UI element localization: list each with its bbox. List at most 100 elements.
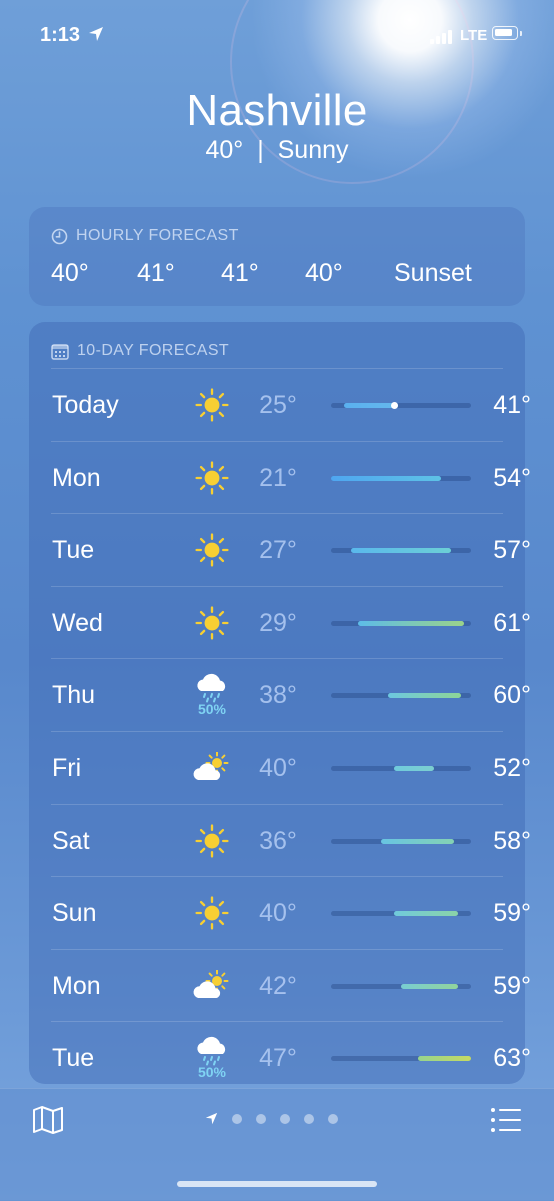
forecast-row[interactable]: Fri 40° 52° xyxy=(51,730,531,804)
forecast-low: 25° xyxy=(259,391,297,419)
forecast-row[interactable]: Sat 36° 58° xyxy=(51,803,531,877)
forecast-low: 27° xyxy=(259,536,297,565)
forecast-low: 40° xyxy=(259,753,297,782)
forecast-high: 60° xyxy=(493,681,531,710)
partly-cloudy-icon xyxy=(187,742,237,794)
forecast-day: Tue xyxy=(52,1044,95,1073)
separator: | xyxy=(250,136,271,164)
precip-chance: 50% xyxy=(197,1064,227,1081)
forecast-low: 40° xyxy=(259,899,297,928)
temp-range-track xyxy=(331,911,471,917)
sun-icon xyxy=(187,524,237,576)
forecast-row[interactable]: Mon 42° 59° xyxy=(51,948,531,1022)
temp-range-bar xyxy=(394,765,435,771)
hourly-temp: 41° xyxy=(221,259,259,287)
temp-range-bar xyxy=(351,548,451,554)
list-icon[interactable] xyxy=(490,1107,522,1133)
forecast-row[interactable]: Sun 40° 59° xyxy=(51,876,531,949)
location-arrow-icon xyxy=(89,27,103,41)
map-icon[interactable] xyxy=(32,1105,64,1135)
sun-icon xyxy=(187,452,237,504)
forecast-high: 52° xyxy=(493,753,531,782)
forecast-day: Wed xyxy=(52,608,103,637)
home-indicator[interactable] xyxy=(177,1181,377,1187)
hourly-forecast-header: HOURLY FORECAST xyxy=(51,227,239,245)
temp-range-track xyxy=(331,838,471,844)
partly-cloudy-icon xyxy=(187,960,237,1012)
sun-icon xyxy=(187,597,237,649)
current-conditions: 40° | Sunny xyxy=(0,136,554,165)
city-name: Nashville xyxy=(186,86,368,135)
forecast-low: 38° xyxy=(259,681,297,710)
forecast-low: 42° xyxy=(259,971,297,1000)
page-indicator[interactable] xyxy=(205,1112,338,1125)
hourly-forecast-title: HOURLY FORECAST xyxy=(76,227,239,244)
forecast-row[interactable]: Thu 50% 38° 60° xyxy=(51,658,531,731)
forecast-day: Today xyxy=(52,391,119,419)
condition-text: Sunny xyxy=(277,136,349,164)
calendar-icon xyxy=(51,343,69,360)
forecast-day: Sat xyxy=(52,826,90,855)
forecast-rows: Today 25° 41° Mon 21° 54° Tue 27° 57° We… xyxy=(51,368,531,1094)
sun-icon xyxy=(187,379,237,431)
forecast-high: 59° xyxy=(493,971,531,1000)
forecast-row[interactable]: Today 25° 41° xyxy=(51,368,531,441)
forecast-low: 21° xyxy=(259,463,297,492)
temp-range-bar xyxy=(331,475,441,481)
forecast-high: 41° xyxy=(493,391,531,419)
forecast-row[interactable]: Tue 27° 57° xyxy=(51,513,531,586)
precip-chance: 50% xyxy=(197,701,227,718)
forecast-day: Tue xyxy=(52,536,95,565)
rain-cloud-icon: 50% xyxy=(187,1032,237,1084)
temp-range-track xyxy=(331,548,471,554)
cellular-signal-icon xyxy=(430,30,452,44)
temp-range-track xyxy=(331,765,471,771)
forecast-day: Thu xyxy=(52,681,96,710)
battery-icon xyxy=(492,26,518,40)
rain-cloud-icon: 50% xyxy=(187,669,237,721)
ten-day-forecast-card[interactable]: 10-DAY FORECAST Today 25° 41° Mon 21° 54… xyxy=(29,322,531,1084)
temp-range-bar xyxy=(417,1056,471,1062)
temp-range-bar xyxy=(357,620,465,626)
temp-range-bar xyxy=(394,911,458,917)
temp-range-track xyxy=(331,983,471,989)
status-bar: 1:13 LTE xyxy=(0,0,554,70)
page-dot[interactable] xyxy=(304,1113,314,1124)
page-dot[interactable] xyxy=(256,1113,266,1124)
temp-range-track xyxy=(331,475,471,481)
hourly-temp: 40° xyxy=(51,259,89,287)
status-time: 1:13 xyxy=(40,24,81,46)
hourly-forecast-card[interactable]: HOURLY FORECAST 40° 41° 41° 40° Sunset xyxy=(29,207,525,306)
hourly-temp: 41° xyxy=(137,259,175,287)
location-arrow-icon xyxy=(205,1112,218,1125)
forecast-day: Fri xyxy=(52,753,82,782)
temp-range-bar xyxy=(401,983,458,989)
temp-range-bar xyxy=(344,403,398,408)
page-dot[interactable] xyxy=(232,1113,242,1124)
clock-icon xyxy=(51,228,68,244)
temp-range-bar xyxy=(381,838,455,844)
temp-range-track xyxy=(331,402,471,409)
forecast-day: Mon xyxy=(52,971,101,1000)
forecast-high: 54° xyxy=(493,463,531,492)
forecast-high: 59° xyxy=(493,899,531,928)
hourly-sunset: Sunset xyxy=(394,259,472,287)
sun-icon xyxy=(187,887,237,939)
forecast-row[interactable]: Tue 50% 47° 63° xyxy=(51,1021,531,1094)
forecast-row[interactable]: Mon 21° 54° xyxy=(51,440,531,514)
current-temp: 40° xyxy=(205,136,244,164)
forecast-low: 29° xyxy=(259,608,297,637)
page-dot[interactable] xyxy=(328,1113,338,1124)
forecast-high: 57° xyxy=(493,536,531,565)
temp-range-track xyxy=(331,620,471,626)
forecast-high: 63° xyxy=(493,1044,531,1073)
current-temp-dot xyxy=(390,402,398,409)
forecast-low: 47° xyxy=(259,1044,297,1073)
temp-range-track xyxy=(331,693,471,699)
sun-icon xyxy=(187,815,237,867)
ten-day-forecast-header: 10-DAY FORECAST xyxy=(51,342,229,360)
temp-range-track xyxy=(331,1056,471,1062)
forecast-high: 58° xyxy=(493,826,531,855)
forecast-row[interactable]: Wed 29° 61° xyxy=(51,585,531,659)
page-dot[interactable] xyxy=(280,1113,290,1124)
